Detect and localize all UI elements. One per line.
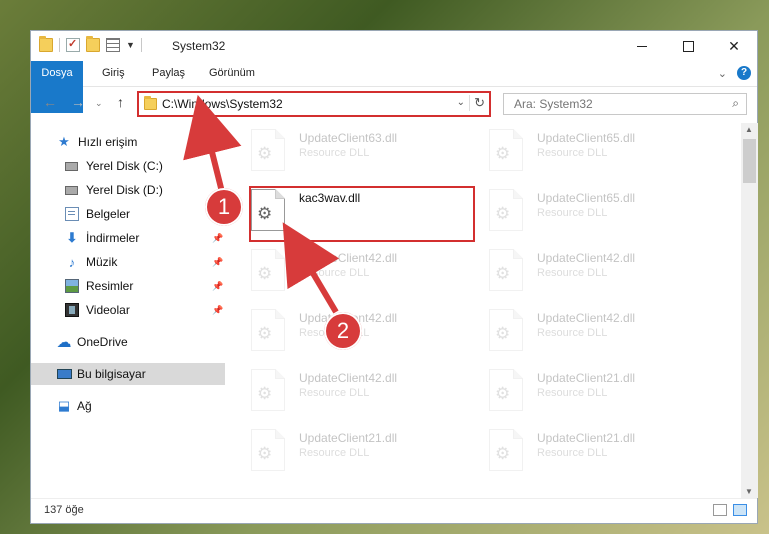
arrow-to-file [282,222,340,314]
arrow-to-address-bar [183,94,242,193]
step-marker-2: 2 [324,312,362,350]
annotation-arrows [183,94,340,314]
step-marker-1: 1 [205,188,243,226]
